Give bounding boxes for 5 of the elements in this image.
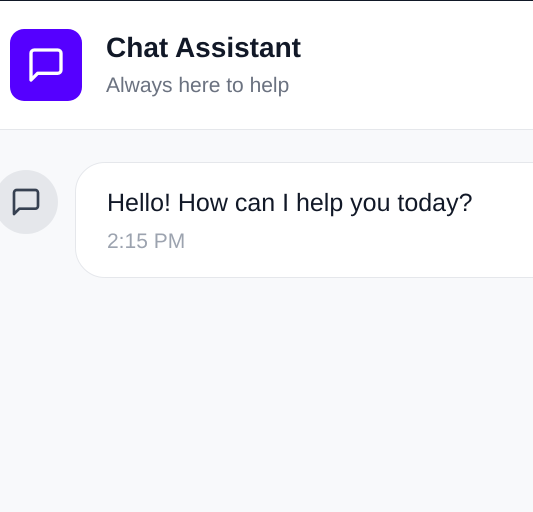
message-time: 2:15 PM xyxy=(107,229,186,255)
header-subtitle: Always here to help xyxy=(106,73,290,99)
message-text: Hello! How can I help you today? xyxy=(107,188,474,219)
header-title: Chat Assistant xyxy=(106,31,302,65)
chat-bubble-icon xyxy=(10,186,42,218)
